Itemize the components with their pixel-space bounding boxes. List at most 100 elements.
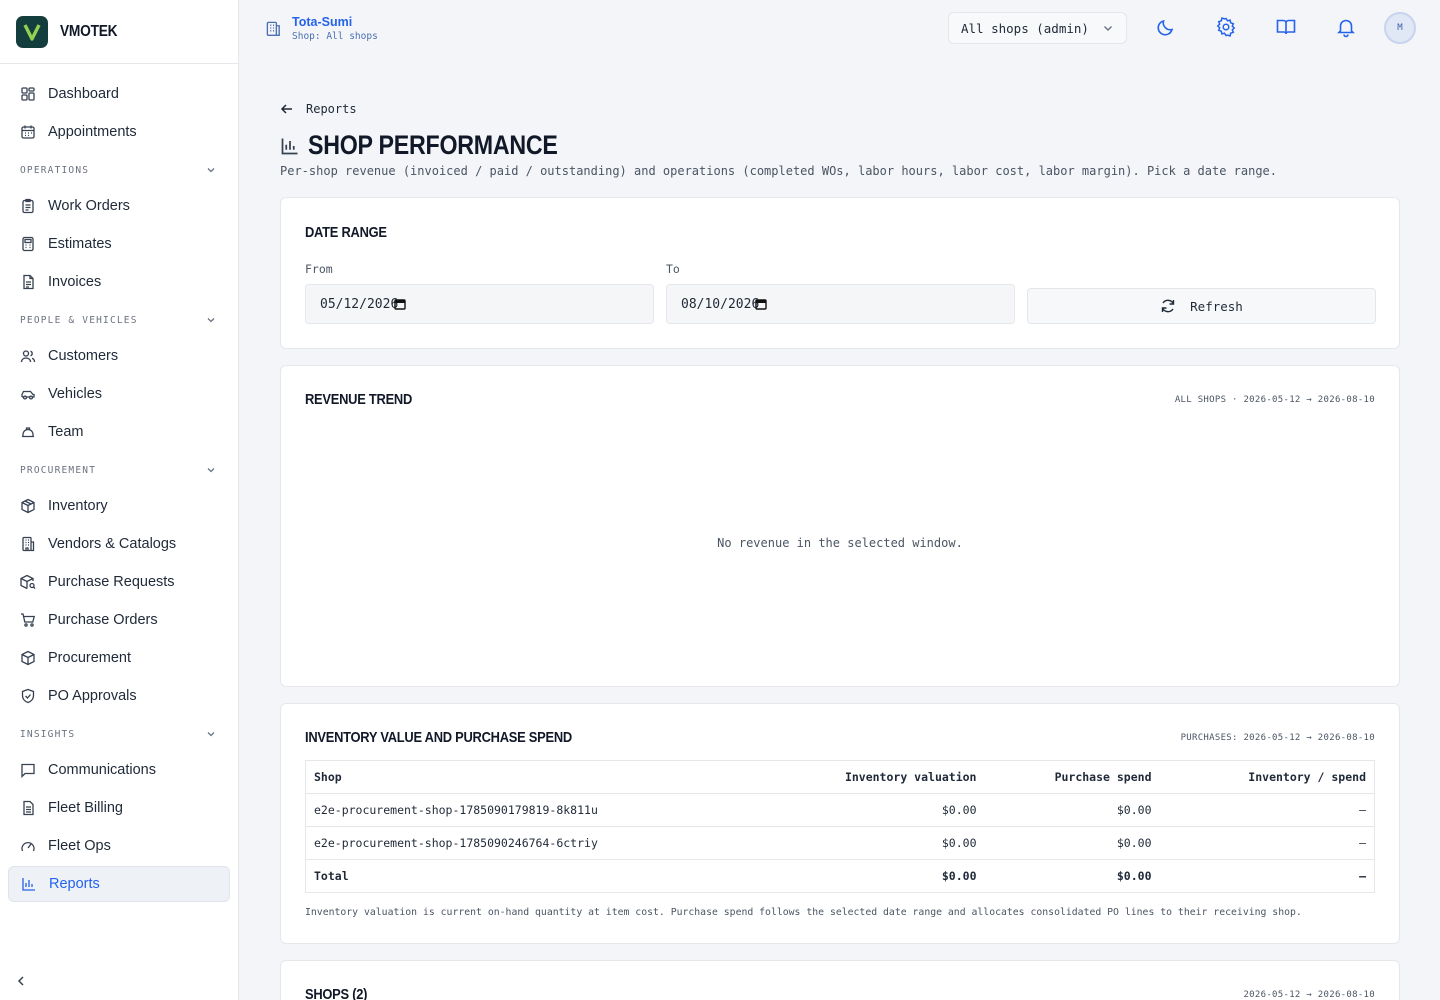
- section-procurement[interactable]: PROCUREMENT: [8, 452, 230, 488]
- box-icon: [21, 650, 35, 666]
- sidebar-nav: Dashboard Appointments OPERATIONS Work O…: [0, 64, 238, 902]
- sidebar-item-purchase-requests[interactable]: Purchase Requests: [8, 564, 230, 600]
- avatar[interactable]: M: [1384, 12, 1416, 44]
- sidebar-item-appointments[interactable]: Appointments: [8, 114, 230, 150]
- sidebar-item-procurement[interactable]: Procurement: [8, 640, 230, 676]
- sidebar-item-reports[interactable]: Reports: [8, 866, 230, 902]
- cell-shop: e2e-procurement-shop-1785090179819-8k811…: [305, 793, 795, 827]
- brand-logo: [16, 15, 48, 48]
- calendar-icon[interactable]: [755, 298, 767, 310]
- card-title: DATE RANGE: [305, 224, 387, 241]
- sidebar-item-label: Appointments: [48, 124, 137, 140]
- section-operations[interactable]: OPERATIONS: [8, 152, 230, 188]
- back-label: Reports: [306, 102, 357, 116]
- inventory-card: INVENTORY VALUE AND PURCHASE SPEND PURCH…: [280, 703, 1400, 944]
- topbar: Tota-Sumi Shop: All shops All shops (adm…: [240, 0, 1440, 56]
- cell-total-label: Total: [305, 859, 795, 893]
- chevron-down-icon: [1104, 26, 1112, 31]
- tenant-switcher[interactable]: Tota-Sumi Shop: All shops: [264, 15, 378, 42]
- bar-chart-icon: [22, 878, 35, 891]
- sidebar-item-label: Procurement: [48, 650, 132, 666]
- cart-icon: [21, 613, 36, 627]
- package-search-icon: [20, 574, 36, 590]
- sidebar-item-vehicles[interactable]: Vehicles: [8, 376, 230, 412]
- calendar-icon[interactable]: [394, 298, 406, 310]
- gauge-icon: [21, 841, 35, 852]
- refresh-button[interactable]: Refresh: [1027, 288, 1376, 324]
- cell-valuation: $0.00: [794, 826, 985, 860]
- table-total-row: Total $0.00 $0.00 —: [305, 859, 1375, 893]
- receipt-icon: [23, 800, 34, 816]
- empty-state: No revenue in the selected window.: [717, 536, 963, 550]
- shop-select[interactable]: All shops (admin): [948, 12, 1127, 44]
- tenant-shop: Shop: All shops: [292, 30, 378, 42]
- book-icon[interactable]: [1275, 16, 1297, 38]
- cell-ratio: —: [1159, 793, 1375, 827]
- sidebar-item-po-approvals[interactable]: PO Approvals: [8, 678, 230, 714]
- section-title: PEOPLE & VEHICLES: [20, 314, 138, 326]
- sidebar-item-invoices[interactable]: Invoices: [8, 264, 230, 300]
- page-subtitle: Per-shop revenue (invoiced / paid / outs…: [280, 164, 1277, 178]
- page-title-text: SHOP PERFORMANCE: [308, 130, 558, 160]
- sidebar-item-fleet-billing[interactable]: Fleet Billing: [8, 790, 230, 826]
- calendar-icon: [21, 125, 35, 139]
- sidebar-item-team[interactable]: Team: [8, 414, 230, 450]
- cell-shop: e2e-procurement-shop-1785090246764-6ctri…: [305, 826, 795, 860]
- sidebar-item-inventory[interactable]: Inventory: [8, 488, 230, 524]
- sidebar-item-label: Vehicles: [48, 386, 103, 402]
- moon-icon[interactable]: [1155, 16, 1177, 38]
- message-icon: [21, 763, 35, 778]
- column-header: Shop: [305, 760, 795, 794]
- column-header: Inventory / spend: [1159, 760, 1375, 794]
- inventory-meta: PURCHASES: 2026-05-12 → 2026-08-10: [1180, 733, 1375, 743]
- cell-spend: $0.00: [984, 826, 1160, 860]
- inventory-table: Shop Inventory valuation Purchase spend …: [305, 760, 1375, 893]
- sidebar-item-label: Reports: [49, 876, 100, 892]
- hard-hat-icon: [22, 427, 34, 438]
- sidebar-item-vendors[interactable]: Vendors & Catalogs: [8, 526, 230, 562]
- shield-check-icon: [21, 688, 35, 704]
- refresh-icon: [1161, 299, 1175, 313]
- sidebar-item-communications[interactable]: Communications: [8, 752, 230, 788]
- arrow-left-icon: [280, 104, 292, 114]
- chevron-down-icon: [207, 468, 215, 473]
- sidebar-item-label: Invoices: [48, 274, 102, 290]
- sidebar-item-label: Work Orders: [48, 198, 130, 214]
- cell-spend: $0.00: [984, 793, 1160, 827]
- section-insights[interactable]: INSIGHTS: [8, 716, 230, 752]
- cell-ratio: —: [1159, 826, 1375, 860]
- sidebar-item-fleet-ops[interactable]: Fleet Ops: [8, 828, 230, 864]
- back-link[interactable]: Reports: [280, 102, 357, 116]
- card-title: INVENTORY VALUE AND PURCHASE SPEND: [305, 729, 572, 746]
- sidebar-item-estimates[interactable]: Estimates: [8, 226, 230, 262]
- sidebar-item-purchase-orders[interactable]: Purchase Orders: [8, 602, 230, 638]
- sidebar-item-customers[interactable]: Customers: [8, 338, 230, 374]
- sidebar-item-label: Customers: [48, 348, 119, 364]
- card-title: REVENUE TREND: [305, 391, 413, 408]
- shops-meta: 2026-05-12 → 2026-08-10: [1243, 990, 1375, 1000]
- sidebar-item-label: Fleet Ops: [48, 838, 111, 854]
- section-people-vehicles[interactable]: PEOPLE & VEHICLES: [8, 302, 230, 338]
- invoice-icon: [23, 274, 34, 290]
- to-date-value: 08/10/2026: [681, 296, 760, 312]
- collapse-sidebar-icon[interactable]: [14, 974, 28, 988]
- date-range-card: DATE RANGE From 05/12/2026 To 08/10/2026…: [280, 197, 1400, 349]
- brand[interactable]: VMOTEK: [0, 0, 238, 64]
- from-label: From: [305, 262, 333, 276]
- gear-icon[interactable]: [1215, 16, 1237, 38]
- sidebar-item-work-orders[interactable]: Work Orders: [8, 188, 230, 224]
- refresh-label: Refresh: [1190, 298, 1243, 314]
- package-icon: [21, 498, 35, 514]
- section-title: OPERATIONS: [20, 164, 90, 176]
- page-title: SHOP PERFORMANCE: [280, 130, 598, 161]
- cell-total-ratio: —: [1159, 859, 1375, 893]
- revenue-trend-card: REVENUE TREND ALL SHOPS · 2026-05-12 → 2…: [280, 365, 1400, 687]
- sidebar-item-dashboard[interactable]: Dashboard: [8, 76, 230, 112]
- shops-card: SHOPS (2) 2026-05-12 → 2026-08-10: [280, 960, 1400, 1000]
- car-icon: [21, 390, 35, 400]
- bell-icon[interactable]: [1335, 16, 1357, 38]
- from-date-input[interactable]: 05/12/2026: [305, 284, 654, 324]
- inventory-note: Inventory valuation is current on-hand q…: [305, 907, 1302, 918]
- to-date-input[interactable]: 08/10/2026: [666, 284, 1015, 324]
- cell-valuation: $0.00: [794, 793, 985, 827]
